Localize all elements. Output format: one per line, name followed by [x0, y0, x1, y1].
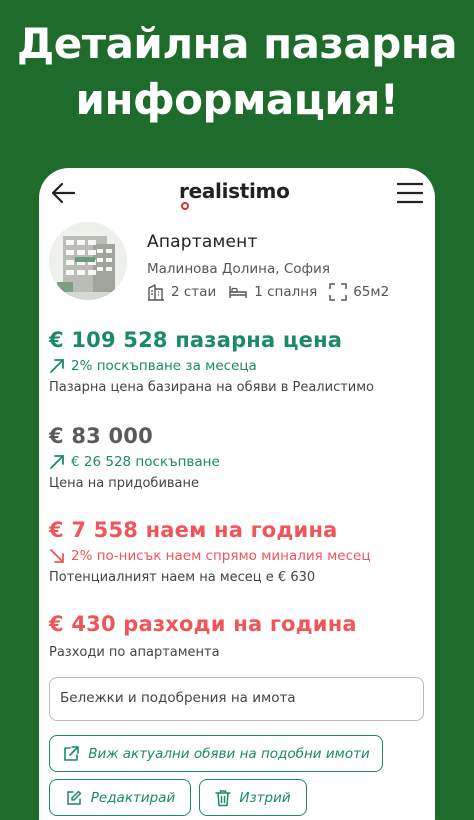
phone-screen: realistimo Апартамент Малинова Долина, С… — [39, 168, 435, 820]
area-icon — [329, 283, 347, 301]
arrow-up-right-icon — [50, 359, 64, 373]
delete-label: Изтрий — [239, 789, 291, 806]
costs-section: € 430 разходи на година Разходи по апарт… — [49, 612, 429, 660]
delete-button[interactable]: Изтрий — [199, 779, 307, 816]
purchase-trend: € 26 528 поскъпване — [49, 454, 429, 470]
market-trend-text: 2% поскъпване за месеца — [71, 358, 257, 374]
area-label: 65м2 — [353, 284, 390, 300]
notes-input[interactable]: Бележки и подобрения на имота — [49, 677, 424, 721]
listing-summary: Апартамент Малинова Долина, София 2 стаи… — [49, 222, 429, 302]
edit-button[interactable]: Редактирай — [49, 779, 191, 816]
logo-mark-icon — [181, 202, 189, 210]
promo-headline-line-1: Детайлна пазарна — [16, 19, 458, 68]
promo-headline-line-2: информация! — [75, 75, 399, 124]
app-bar: realistimo — [39, 168, 435, 218]
property-location: Малинова Долина, София — [147, 261, 330, 277]
bedrooms-label: 1 спалня — [254, 284, 318, 300]
arrow-left-icon — [51, 182, 76, 204]
property-type: Апартамент — [147, 232, 258, 252]
purchase-price-section: € 83 000 € 26 528 поскъпване Цена на при… — [49, 424, 429, 491]
view-similar-listings-label: Виж актуални обяви на подобни имоти — [88, 745, 370, 762]
rooms-label: 2 стаи — [171, 284, 217, 300]
realistimo-logo: realistimo — [179, 178, 290, 210]
menu-button[interactable] — [396, 182, 424, 204]
edit-icon — [67, 790, 82, 805]
arrow-up-right-icon — [50, 455, 64, 469]
market-trend: 2% поскъпване за месеца — [49, 358, 429, 374]
market-price: € 109 528 пазарна цена — [49, 328, 343, 352]
back-button[interactable] — [49, 180, 77, 206]
purchase-price: € 83 000 — [49, 424, 153, 448]
external-link-icon — [64, 745, 80, 761]
rent-trend: 2% по-нисък наем спрямо миналия месец — [49, 548, 429, 564]
property-features: 2 стаи 1 спалня 65м2 — [147, 282, 401, 302]
market-price-section: € 109 528 пазарна цена 2% поскъпване за … — [49, 328, 429, 395]
area-feature: 65м2 — [329, 283, 389, 301]
logo-text: realistimo — [179, 179, 290, 203]
costs-price: € 430 разходи на година — [49, 612, 357, 636]
rent-price: € 7 558 наем на година — [49, 518, 338, 542]
edit-label: Редактирай — [90, 789, 176, 806]
hamburger-icon — [396, 182, 424, 204]
rent-section: € 7 558 наем на година 2% по-нисък наем … — [49, 518, 429, 585]
bedrooms-feature: 1 спалня — [228, 284, 317, 300]
purchase-trend-text: € 26 528 поскъпване — [71, 454, 220, 470]
rent-trend-text: 2% по-нисък наем спрямо миналия месец — [71, 548, 371, 564]
rent-note: Потенциалният наем на месец е € 630 — [49, 570, 316, 585]
rooms-feature: 2 стаи — [147, 283, 216, 301]
market-note: Пазарна цена базирана на обяви в Реалист… — [49, 380, 374, 395]
trash-icon — [215, 789, 232, 806]
promo-headline: Детайлна пазарна информация! — [0, 16, 474, 128]
costs-note: Разходи по апартамента — [49, 645, 220, 660]
view-similar-listings-button[interactable]: Виж актуални обяви на подобни имоти — [49, 735, 383, 772]
purchase-note: Цена на придобиване — [49, 476, 200, 491]
building-icon — [148, 284, 164, 301]
property-photo — [49, 222, 127, 300]
bed-icon — [229, 286, 247, 298]
arrow-down-right-icon — [50, 549, 64, 563]
